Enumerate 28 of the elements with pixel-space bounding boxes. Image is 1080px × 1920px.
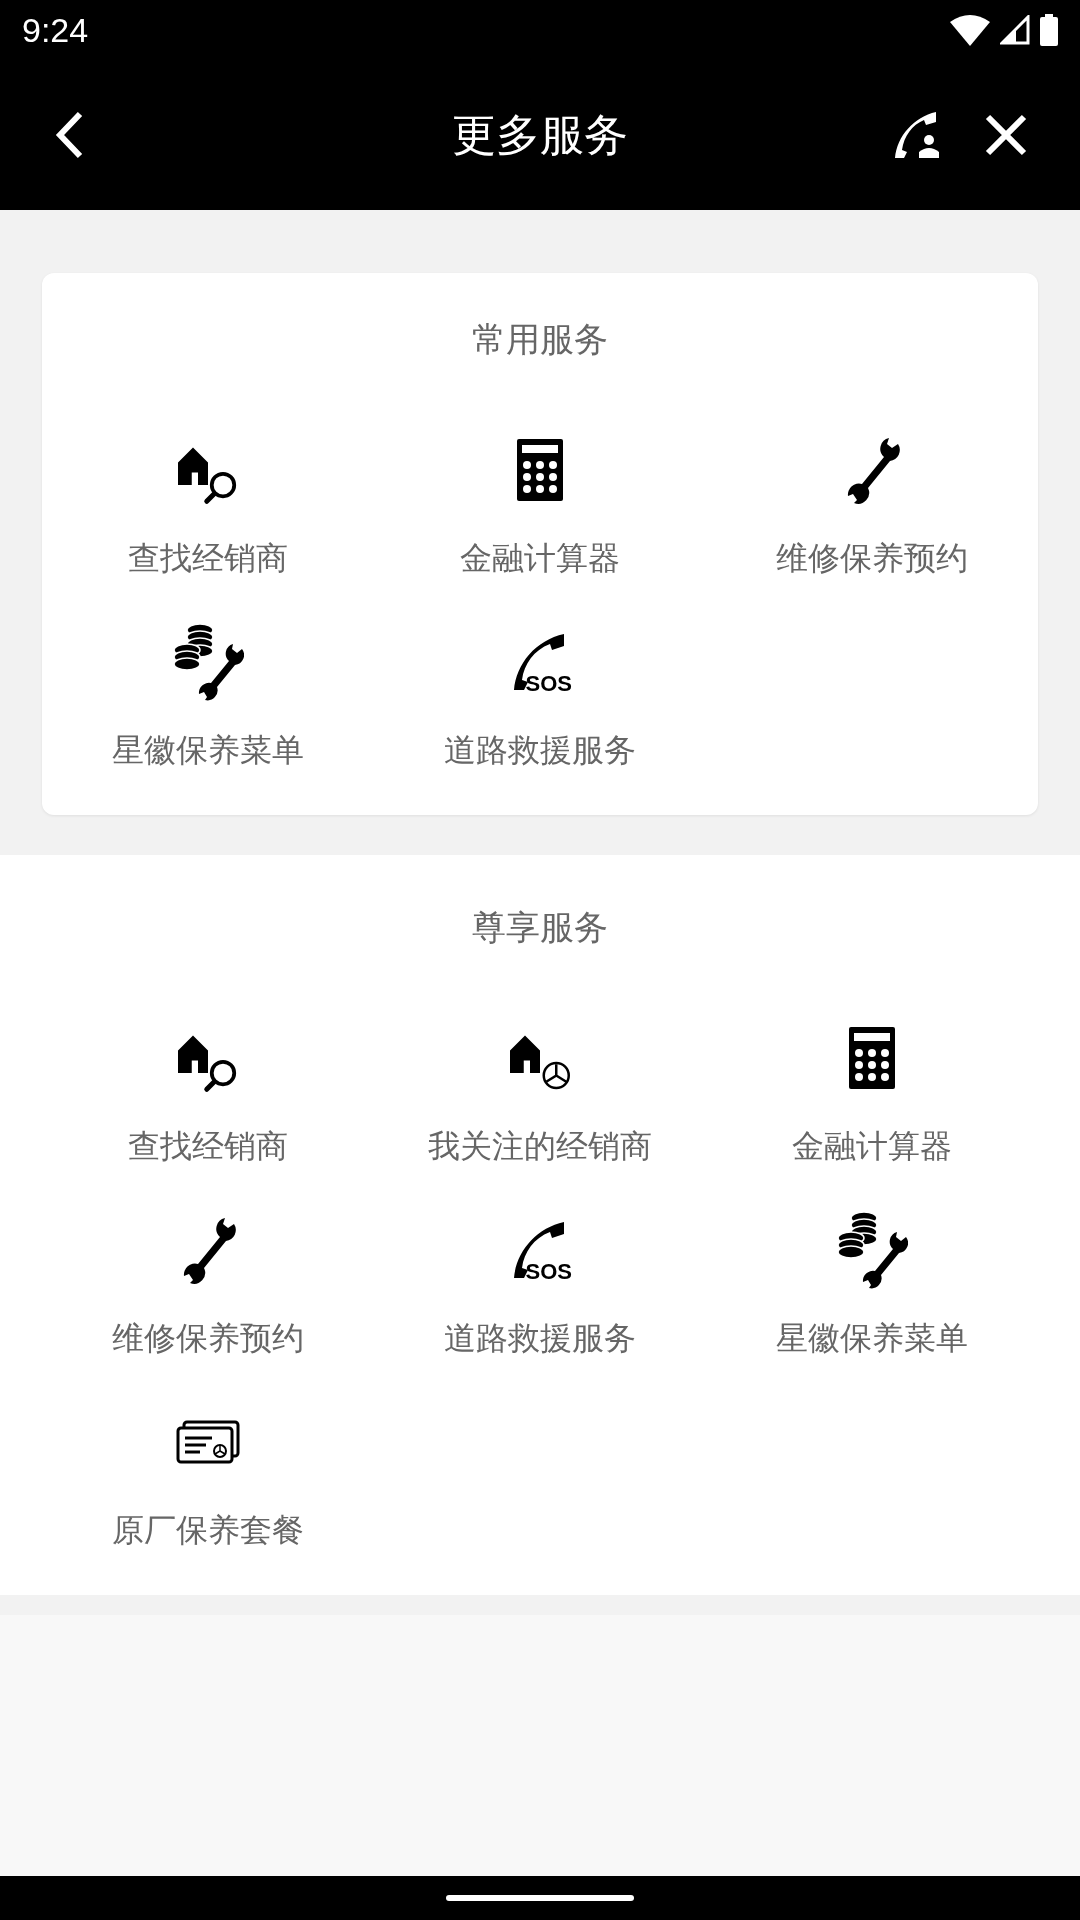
service-item[interactable]: 维修保养预约 xyxy=(706,425,1038,581)
service-item[interactable]: 查找经销商 xyxy=(42,425,374,581)
service-item[interactable]: 金融计算器 xyxy=(706,1013,1038,1169)
coins-wrench-icon xyxy=(836,1210,908,1290)
sos-label: SOS xyxy=(525,1259,572,1285)
status-time: 9:24 xyxy=(22,10,89,50)
close-icon xyxy=(984,113,1028,157)
service-item[interactable]: 星徽保养菜单 xyxy=(706,1205,1038,1361)
service-item[interactable]: 原厂保养套餐 xyxy=(42,1397,374,1553)
section-title: 常用服务 xyxy=(471,318,609,361)
calculator-icon xyxy=(848,1026,896,1090)
section-title: 尊享服务 xyxy=(471,906,609,949)
service-item[interactable]: SOS 道路救援服务 xyxy=(374,1205,706,1361)
card-stack-icon xyxy=(176,1420,240,1464)
signal-icon xyxy=(1000,15,1030,45)
page-title: 更多服务 xyxy=(452,107,628,162)
service-item[interactable]: 金融计算器 xyxy=(374,425,706,581)
service-item[interactable]: 查找经销商 xyxy=(42,1013,374,1169)
phone-person-icon xyxy=(892,110,942,160)
wifi-icon xyxy=(950,14,990,46)
service-item[interactable]: SOS 道路救援服务 xyxy=(374,617,706,773)
coins-wrench-icon xyxy=(172,622,244,702)
service-item[interactable]: 星徽保养菜单 xyxy=(42,617,374,773)
service-item[interactable]: 维修保养预约 xyxy=(42,1205,374,1361)
sos-label: SOS xyxy=(525,671,572,697)
calculator-icon xyxy=(516,438,564,502)
battery-icon xyxy=(1040,14,1058,46)
service-item[interactable]: 我关注的经销商 xyxy=(374,1013,706,1169)
